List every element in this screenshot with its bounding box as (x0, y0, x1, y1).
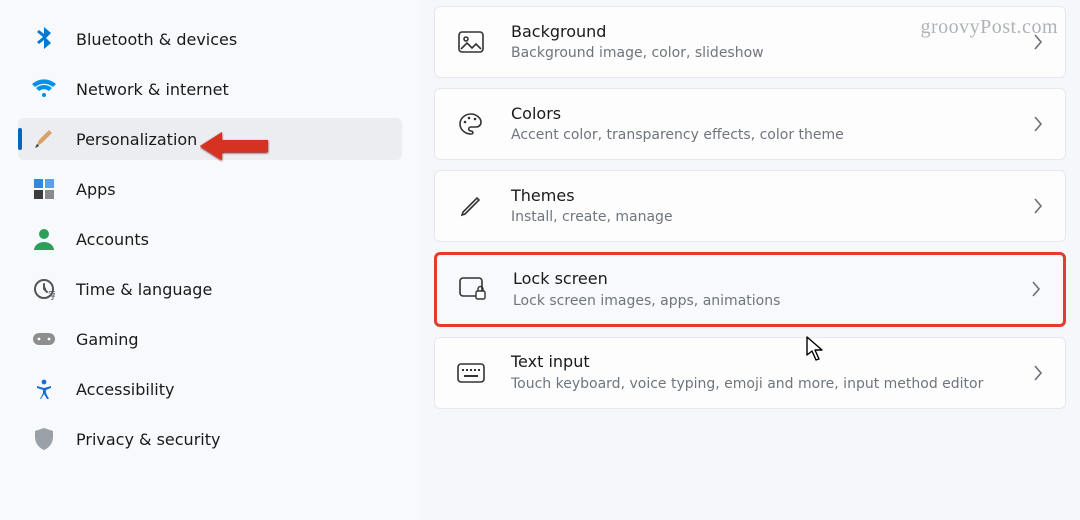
person-icon (32, 227, 56, 251)
chevron-right-icon (1033, 34, 1043, 50)
shield-icon (32, 427, 56, 451)
pen-icon (457, 192, 485, 220)
settings-window: Bluetooth & devices Network & internet P… (0, 0, 1080, 520)
lock-screen-icon (459, 275, 487, 303)
sidebar-item-label: Network & internet (76, 80, 229, 99)
card-lock-screen[interactable]: Lock screen Lock screen images, apps, an… (434, 252, 1066, 327)
clock-language-icon: 字 (32, 277, 56, 301)
keyboard-icon (457, 359, 485, 387)
palette-icon (457, 110, 485, 138)
card-body: Colors Accent color, transparency effect… (511, 104, 1033, 145)
content-pane: Background Background image, color, slid… (420, 0, 1080, 520)
sidebar-item-label: Bluetooth & devices (76, 30, 237, 49)
chevron-right-icon (1033, 198, 1043, 214)
card-background[interactable]: Background Background image, color, slid… (434, 6, 1066, 78)
card-body: Background Background image, color, slid… (511, 22, 1033, 63)
card-colors[interactable]: Colors Accent color, transparency effect… (434, 88, 1066, 160)
sidebar-item-time-language[interactable]: 字 Time & language (18, 268, 402, 310)
sidebar-item-privacy-security[interactable]: Privacy & security (18, 418, 402, 460)
card-text-input[interactable]: Text input Touch keyboard, voice typing,… (434, 337, 1066, 409)
sidebar-item-accessibility[interactable]: Accessibility (18, 368, 402, 410)
card-subtitle: Background image, color, slideshow (511, 44, 1033, 62)
card-title: Background (511, 22, 1033, 43)
wifi-icon (32, 77, 56, 101)
chevron-right-icon (1033, 116, 1043, 132)
card-subtitle: Install, create, manage (511, 208, 1033, 226)
card-subtitle: Accent color, transparency effects, colo… (511, 126, 1033, 144)
chevron-right-icon (1033, 365, 1043, 381)
sidebar-item-network-internet[interactable]: Network & internet (18, 68, 402, 110)
card-body: Text input Touch keyboard, voice typing,… (511, 352, 1033, 393)
gamepad-icon (32, 327, 56, 351)
sidebar-item-label: Apps (76, 180, 116, 199)
card-title: Colors (511, 104, 1033, 125)
card-subtitle: Touch keyboard, voice typing, emoji and … (511, 375, 1033, 393)
sidebar-item-label: Personalization (76, 130, 197, 149)
chevron-right-icon (1031, 281, 1041, 297)
svg-text:字: 字 (48, 289, 55, 300)
sidebar-item-personalization[interactable]: Personalization (18, 118, 402, 160)
card-title: Lock screen (513, 269, 1031, 290)
card-body: Lock screen Lock screen images, apps, an… (513, 269, 1031, 310)
sidebar: Bluetooth & devices Network & internet P… (0, 0, 420, 520)
accessibility-icon (32, 377, 56, 401)
sidebar-item-apps[interactable]: Apps (18, 168, 402, 210)
paintbrush-icon (32, 127, 56, 151)
sidebar-item-label: Accounts (76, 230, 149, 249)
sidebar-item-accounts[interactable]: Accounts (18, 218, 402, 260)
card-title: Themes (511, 186, 1033, 207)
card-title: Text input (511, 352, 1033, 373)
sidebar-item-label: Accessibility (76, 380, 174, 399)
sidebar-item-bluetooth-devices[interactable]: Bluetooth & devices (18, 18, 402, 60)
sidebar-item-label: Gaming (76, 330, 139, 349)
sidebar-item-label: Time & language (76, 280, 212, 299)
apps-icon (32, 177, 56, 201)
image-icon (457, 28, 485, 56)
card-subtitle: Lock screen images, apps, animations (513, 292, 1031, 310)
card-body: Themes Install, create, manage (511, 186, 1033, 227)
bluetooth-icon (32, 27, 56, 51)
sidebar-item-label: Privacy & security (76, 430, 220, 449)
card-themes[interactable]: Themes Install, create, manage (434, 170, 1066, 242)
sidebar-item-gaming[interactable]: Gaming (18, 318, 402, 360)
